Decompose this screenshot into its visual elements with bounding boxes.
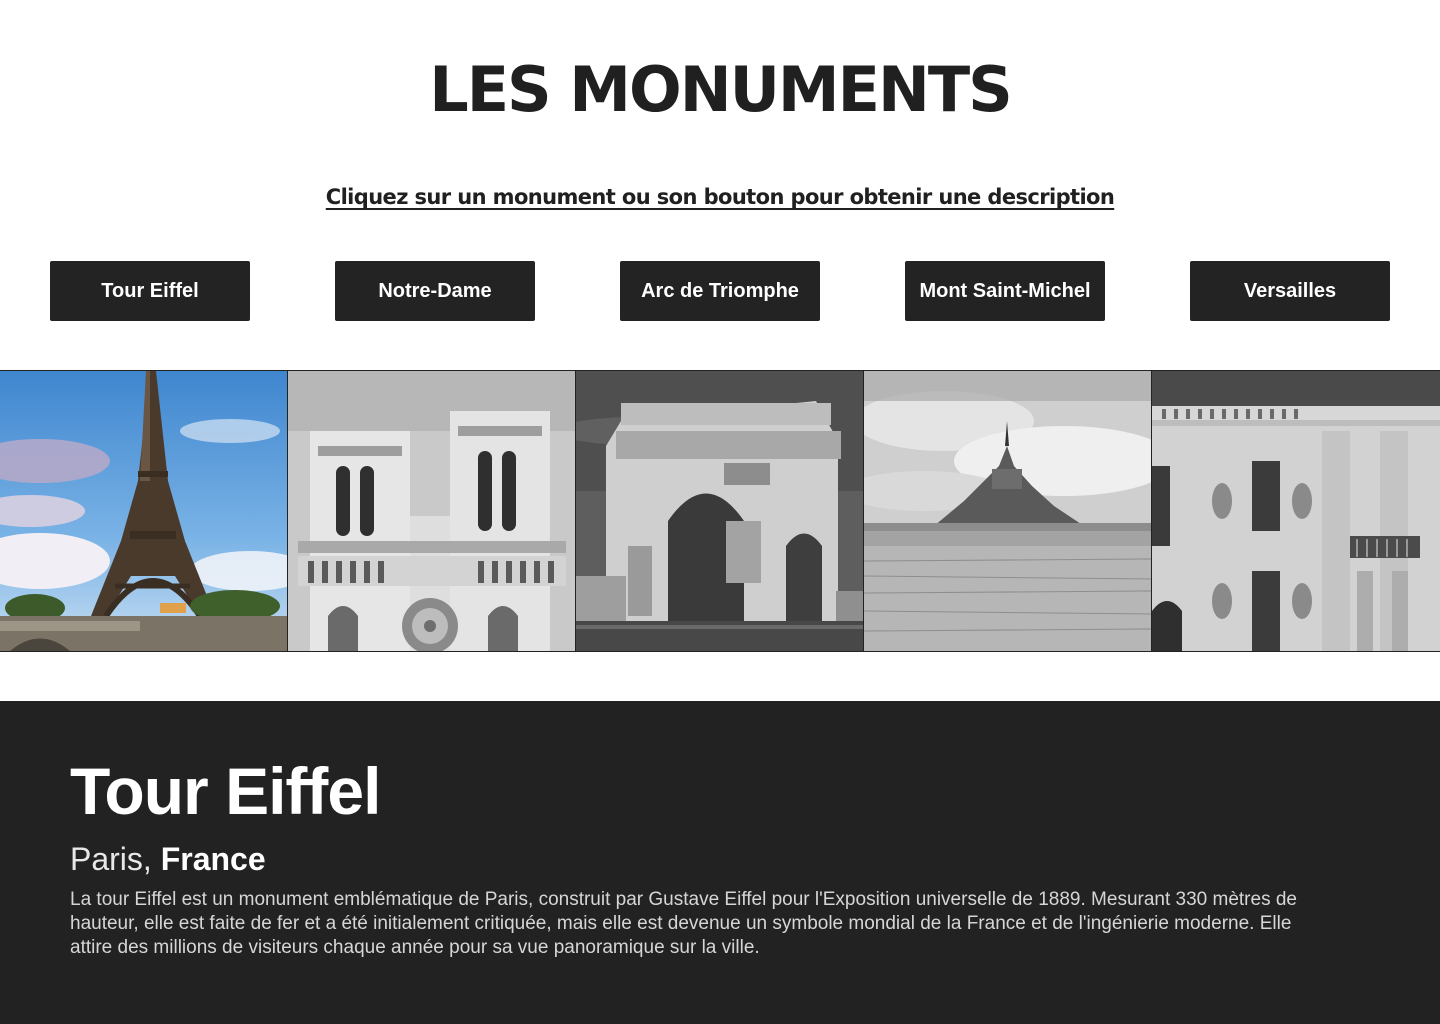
monument-city: Paris,: [70, 841, 152, 877]
versailles-photo[interactable]: [1152, 371, 1440, 651]
tour-eiffel-button[interactable]: Tour Eiffel: [50, 261, 250, 321]
page-title: LES MONUMENTS: [429, 53, 1013, 126]
versailles-button[interactable]: Versailles: [1190, 261, 1390, 321]
notre-dame-photo[interactable]: [288, 371, 576, 651]
monument-button-row: Tour Eiffel Notre-Dame Arc de Triomphe M…: [0, 261, 1440, 321]
mont-saint-michel-button[interactable]: Mont Saint-Michel: [905, 261, 1105, 321]
monument-name: Tour Eiffel: [70, 754, 381, 828]
monument-description-text: La tour Eiffel est un monument emblémati…: [70, 889, 1297, 958]
notre-dame-button[interactable]: Notre-Dame: [335, 261, 535, 321]
mont-saint-michel-photo[interactable]: [864, 371, 1152, 651]
arc-de-triomphe-photo[interactable]: [576, 371, 864, 651]
eiffel-tower-photo[interactable]: [0, 371, 288, 651]
instruction-text: Cliquez sur un monument ou son bouton po…: [325, 185, 1115, 209]
monument-country: France: [160, 841, 266, 877]
monument-description-panel: Tour Eiffel Paris, France La tour Eiffel…: [0, 701, 1440, 1024]
monument-gallery: [0, 370, 1440, 652]
arc-de-triomphe-button[interactable]: Arc de Triomphe: [620, 261, 820, 321]
monument-location: Paris, France: [70, 839, 266, 879]
